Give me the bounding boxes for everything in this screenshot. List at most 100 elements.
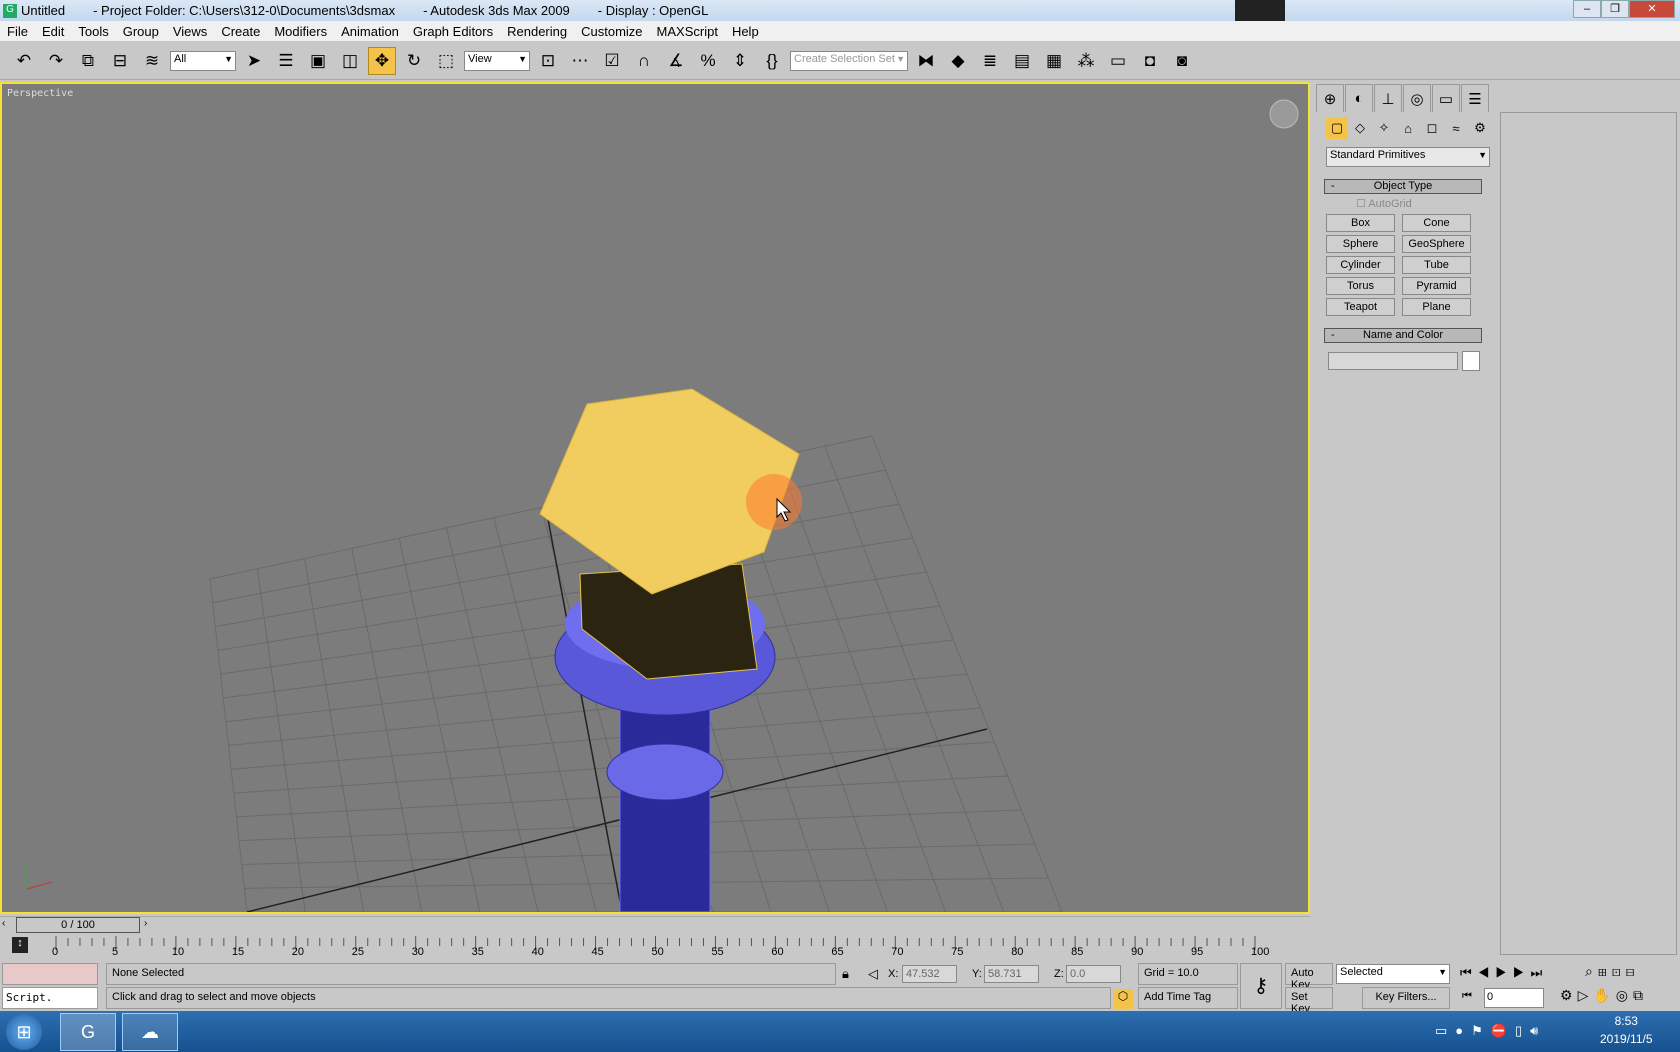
zoom-all-icon[interactable]: ⊞ xyxy=(1598,963,1612,979)
set-key-button[interactable]: Set Key xyxy=(1285,987,1333,1015)
menu-rendering[interactable]: Rendering xyxy=(500,24,574,39)
space-warps-icon[interactable]: ≈ xyxy=(1445,117,1467,139)
snap-3d-icon[interactable]: ∩ xyxy=(630,47,658,75)
maxscript-listener-mini[interactable] xyxy=(2,963,98,985)
create-cylinder-button[interactable]: Cylinder xyxy=(1326,256,1395,274)
restore-button[interactable]: ❐ xyxy=(1601,0,1629,18)
render-setup-icon[interactable]: ▭ xyxy=(1104,47,1132,75)
rectangular-selection-icon[interactable]: ▣ xyxy=(304,47,332,75)
key-mode-toggle-icon[interactable]: ⏮ xyxy=(1462,990,1472,1003)
track-bar[interactable]: ↕ 0 5 10 15 20 25 30 35 40 45 50 55 60 65 70 75 80 85 90 95… xyxy=(0,934,1310,960)
display-tab-icon[interactable]: ▭ xyxy=(1432,84,1460,112)
perspective-viewport[interactable]: Perspective xyxy=(0,82,1310,914)
name-color-rollout-header[interactable]: - Name and Color xyxy=(1324,328,1482,343)
prev-frame-icon[interactable]: ‹ xyxy=(2,918,5,929)
clock[interactable]: 8:53 2019/11/5 xyxy=(1600,1014,1653,1046)
helpers-icon[interactable]: ◻ xyxy=(1421,117,1443,139)
time-tag-icon[interactable]: ⬡ xyxy=(1113,989,1133,1009)
menu-create[interactable]: Create xyxy=(214,24,267,39)
next-frame-icon[interactable]: ▶ xyxy=(1513,965,1531,980)
play-icon[interactable]: ▶ xyxy=(1495,965,1513,980)
redo-icon[interactable]: ↷ xyxy=(42,47,70,75)
create-sphere-button[interactable]: Sphere xyxy=(1326,235,1395,253)
category-dropdown[interactable]: Standard Primitives xyxy=(1326,147,1490,167)
unlink-icon[interactable]: ⊟ xyxy=(106,47,134,75)
menu-modifiers[interactable]: Modifiers xyxy=(267,24,334,39)
rendered-frame-window-icon[interactable]: ◘ xyxy=(1136,47,1164,75)
object-type-rollout-header[interactable]: - Object Type xyxy=(1324,179,1482,194)
menu-maxscript[interactable]: MAXScript xyxy=(650,24,725,39)
menu-animation[interactable]: Animation xyxy=(334,24,406,39)
next-frame-icon[interactable]: › xyxy=(144,918,147,929)
reference-coord-dropdown[interactable]: View xyxy=(464,50,530,71)
key-filters-button[interactable]: Key Filters... xyxy=(1362,987,1450,1009)
mirror-icon[interactable]: ⧓ xyxy=(912,47,940,75)
select-and-rotate-icon[interactable]: ↻ xyxy=(400,47,428,75)
pan-icon[interactable]: ✋ xyxy=(1593,987,1615,1003)
current-frame-input[interactable]: 0 xyxy=(1484,988,1544,1008)
zoom-extents-icon[interactable]: ⊡ xyxy=(1612,963,1626,979)
keyboard-shortcut-override-icon[interactable]: ⋯ xyxy=(566,47,594,75)
shapes-icon[interactable]: ◇ xyxy=(1349,117,1371,139)
hierarchy-tab-icon[interactable]: ⊥ xyxy=(1374,84,1402,112)
key-mode-dropdown[interactable]: Selected xyxy=(1336,964,1450,984)
create-geosphere-button[interactable]: GeoSphere xyxy=(1402,235,1471,253)
auto-key-button[interactable]: Auto Key xyxy=(1285,963,1333,991)
time-slider-track[interactable]: ‹ 0 / 100 › xyxy=(0,916,1310,933)
previous-frame-icon[interactable]: ◀ xyxy=(1478,965,1496,980)
menu-help[interactable]: Help xyxy=(725,24,766,39)
viewport-navigation-2[interactable]: ⚙▷✋◎⧉ xyxy=(1560,987,1648,1004)
object-name-input[interactable] xyxy=(1328,352,1458,370)
window-crossing-icon[interactable]: ◫ xyxy=(336,47,364,75)
add-time-tag-button[interactable]: Add Time Tag xyxy=(1138,987,1238,1009)
modify-tab-icon[interactable]: ◐ xyxy=(1345,84,1373,112)
create-plane-button[interactable]: Plane xyxy=(1402,298,1471,316)
angle-snap-icon[interactable]: ∡ xyxy=(662,47,690,75)
select-and-scale-icon[interactable]: ⬚ xyxy=(432,47,460,75)
link-icon[interactable]: ⧉ xyxy=(74,47,102,75)
field-of-view-icon[interactable]: ▷ xyxy=(1578,987,1594,1003)
motion-tab-icon[interactable]: ◎ xyxy=(1403,84,1431,112)
menu-customize[interactable]: Customize xyxy=(574,24,649,39)
set-keys-key-icon[interactable]: ⚷ xyxy=(1240,963,1282,1009)
orbit-icon[interactable]: ◎ xyxy=(1616,987,1633,1003)
named-selection-icon[interactable]: {} xyxy=(758,47,786,75)
align-icon[interactable]: ◆ xyxy=(944,47,972,75)
utilities-tab-icon[interactable]: ☰ xyxy=(1461,84,1489,112)
maxscript-input[interactable]: Script. xyxy=(2,987,98,1009)
go-to-start-icon[interactable]: ⏮ xyxy=(1460,965,1478,980)
object-color-swatch[interactable] xyxy=(1462,351,1480,371)
select-and-move-icon[interactable]: ✥ xyxy=(368,46,396,75)
zoom-extents-all-icon[interactable]: ⊟ xyxy=(1626,963,1640,979)
taskbar-3dsmax-icon[interactable]: G xyxy=(60,1013,116,1051)
menu-tools[interactable]: Tools xyxy=(71,24,115,39)
select-by-name-icon[interactable]: ☰ xyxy=(272,47,300,75)
lights-icon[interactable]: ✧ xyxy=(1373,117,1395,139)
cameras-icon[interactable]: ⌂ xyxy=(1397,117,1419,139)
layer-manager-icon[interactable]: ≣ xyxy=(976,47,1004,75)
create-pyramid-button[interactable]: Pyramid xyxy=(1402,277,1471,295)
x-coordinate-input[interactable]: 47.532 xyxy=(902,965,957,983)
quick-render-icon[interactable]: ◙ xyxy=(1168,47,1196,75)
playback-controls[interactable]: ⏮◀▶▶⏭ xyxy=(1460,965,1548,981)
geometry-icon[interactable]: ▢ xyxy=(1326,117,1348,139)
menu-views[interactable]: Views xyxy=(166,24,214,39)
lock-selection-icon[interactable]: 🔒︎ xyxy=(842,966,849,982)
create-teapot-button[interactable]: Teapot xyxy=(1326,298,1395,316)
time-slider-thumb[interactable]: 0 / 100 xyxy=(16,917,140,933)
zoom-icon[interactable]: ⌕ xyxy=(1585,963,1598,979)
absolute-mode-icon[interactable]: ◁ xyxy=(868,966,878,982)
select-manipulate-icon[interactable]: ☑ xyxy=(598,47,626,75)
close-button[interactable]: ✕ xyxy=(1629,0,1675,18)
create-box-button[interactable]: Box xyxy=(1326,214,1395,232)
autogrid-checkbox[interactable]: ☐ AutoGrid xyxy=(1356,197,1412,210)
minimize-button[interactable]: – xyxy=(1573,0,1601,18)
viewport-navigation[interactable]: ⌕⊞⊡⊟ xyxy=(1585,963,1640,980)
create-cone-button[interactable]: Cone xyxy=(1402,214,1471,232)
schematic-view-icon[interactable]: ▦ xyxy=(1040,47,1068,75)
material-editor-icon[interactable]: ⁂ xyxy=(1072,47,1100,75)
create-torus-button[interactable]: Torus xyxy=(1326,277,1395,295)
selection-filter-dropdown[interactable]: All xyxy=(170,50,236,71)
y-coordinate-input[interactable]: 58.731 xyxy=(984,965,1039,983)
system-tray-icons[interactable]: ▭●⚑⛔▯🔊︎ xyxy=(1435,1023,1546,1039)
